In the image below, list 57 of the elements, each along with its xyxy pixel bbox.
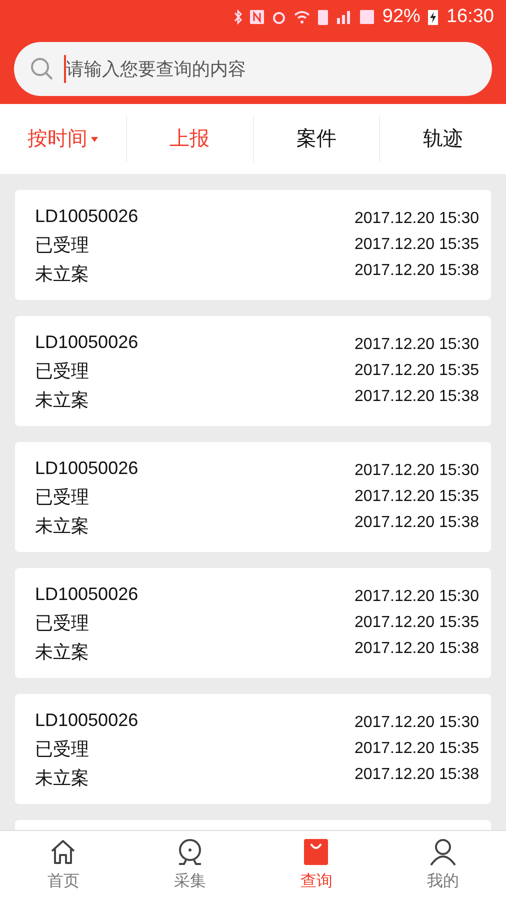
caret-icon xyxy=(91,136,98,142)
bluetooth-icon xyxy=(234,9,242,25)
status-text: 已受理 xyxy=(35,738,90,761)
case-status-text: 未立案 xyxy=(35,767,90,790)
record-card[interactable]: LD10050026 已受理 未立案 2017.12.20 15:30 2017.12.20 15:35 2017.12.20 15:38 xyxy=(15,190,491,300)
timestamp: 2017.12.20 15:38 xyxy=(354,513,479,533)
status-text: 已受理 xyxy=(35,234,90,257)
sort-dropdown[interactable]: 按时间 xyxy=(27,116,98,162)
record-card[interactable]: LD10050026 已受理 未立案 2017.12.20 15:30 2017.12.20 15:35 2017.12.20 15:38 xyxy=(15,568,491,678)
timestamp: 2017.12.20 15:30 xyxy=(354,461,479,481)
nav-tab[interactable]: 查询 xyxy=(253,831,380,900)
nav-tab[interactable]: 我的 xyxy=(380,831,506,900)
timestamp: 2017.12.20 15:35 xyxy=(354,739,479,759)
record-id: LD10050026 xyxy=(35,583,138,606)
shopping-bag-icon xyxy=(302,838,330,866)
filter-tab[interactable]: 轨迹 xyxy=(423,116,464,162)
record-id: LD10050026 xyxy=(35,709,138,732)
timestamp: 2017.12.20 15:35 xyxy=(354,487,479,507)
timestamp: 2017.12.20 15:35 xyxy=(354,235,479,255)
status-text: 已受理 xyxy=(35,486,90,509)
record-card[interactable]: LD10050026 已受理 未立案 2017.12.20 15:30 2017.12.20 15:35 2017.12.20 15:38 xyxy=(15,442,491,552)
signal-icon xyxy=(336,10,352,24)
timestamp: 2017.12.20 15:38 xyxy=(354,765,479,785)
text-cursor xyxy=(64,55,66,83)
search-icon xyxy=(30,57,54,81)
battery-charging-icon xyxy=(428,9,438,25)
timestamp: 2017.12.20 15:38 xyxy=(354,261,479,281)
nav-tab[interactable]: 采集 xyxy=(126,831,253,900)
timestamp: 2017.12.20 15:30 xyxy=(354,209,479,229)
home-icon xyxy=(49,838,78,866)
status-text: 已受理 xyxy=(35,360,90,383)
nfc-icon xyxy=(250,10,264,24)
person-icon xyxy=(428,838,457,866)
record-id: LD10050026 xyxy=(35,205,138,228)
case-status-text: 未立案 xyxy=(35,641,90,664)
case-status-text: 未立案 xyxy=(35,389,90,412)
filter-tab[interactable]: 案件 xyxy=(296,116,336,162)
record-card[interactable]: LD10050026 已受理 未立案 2017.12.20 15:30 2017.12.20 15:35 2017.12.20 15:38 xyxy=(15,694,491,804)
search-field[interactable]: 请输入您要查询的内容 xyxy=(14,42,492,96)
timestamp: 2017.12.20 15:35 xyxy=(354,613,479,633)
wifi-icon xyxy=(294,10,310,24)
timestamp: 2017.12.20 15:30 xyxy=(354,587,479,607)
timestamp: 2017.12.20 15:35 xyxy=(354,361,479,381)
timestamp: 2017.12.20 15:38 xyxy=(354,387,479,407)
status-text: 已受理 xyxy=(35,612,90,635)
filter-tab[interactable]: 上报 xyxy=(170,116,210,162)
record-card[interactable]: LD10050026 已受理 未立案 2017.12.20 15:30 2017.12.20 15:35 2017.12.20 15:38 xyxy=(15,316,491,426)
case-status-text: 未立案 xyxy=(35,263,90,286)
case-status-text: 未立案 xyxy=(35,515,90,538)
clock: 16:30 xyxy=(446,4,494,29)
timestamp: 2017.12.20 15:30 xyxy=(354,335,479,355)
record-id: LD10050026 xyxy=(35,331,138,354)
timestamp: 2017.12.20 15:30 xyxy=(354,713,479,733)
battery-level: 92% xyxy=(382,4,420,29)
nav-tab[interactable]: 首页 xyxy=(0,831,126,900)
record-id: LD10050026 xyxy=(35,457,138,480)
timestamp: 2017.12.20 15:38 xyxy=(354,639,479,659)
